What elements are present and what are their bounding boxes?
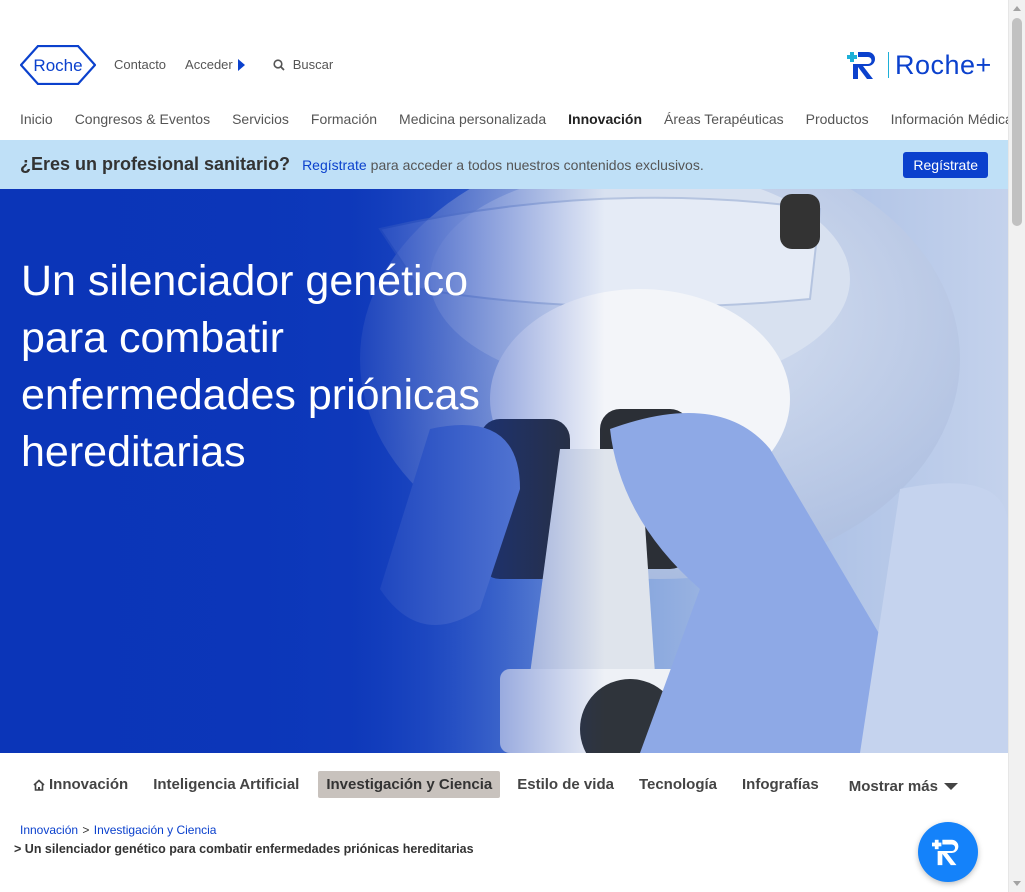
banner-text: para acceder a todos nuestros contenidos… [370, 156, 704, 173]
subnav-item-estilo[interactable]: Estilo de vida [517, 771, 614, 798]
subnav-items: Innovación Inteligencia Artificial Inves… [33, 771, 958, 798]
roche-plus-logo[interactable]: Roche+ [846, 48, 992, 82]
site-header: Roche Contacto Acceder Buscar Roche+ Ini… [0, 0, 1013, 140]
nav-item-inicio[interactable]: Inicio [20, 111, 53, 127]
utility-nav: Contacto Acceder Buscar [114, 57, 333, 72]
subnav-item-innovacion[interactable]: Innovación [33, 771, 128, 798]
subnav-item-infografias[interactable]: Infografías [742, 771, 819, 798]
nav-item-innovacion[interactable]: Innovación [568, 111, 642, 127]
chevron-down-icon [943, 782, 958, 790]
subnav-item-tecnologia[interactable]: Tecnología [639, 771, 717, 798]
nav-item-areas[interactable]: Áreas Terapéuticas [664, 111, 784, 127]
caret-right-icon [237, 58, 245, 71]
roche-plus-text: Roche+ [895, 49, 992, 80]
hcp-banner: ¿Eres un profesional sanitario? Regístra… [0, 140, 1008, 189]
breadcrumb: Innovación > Investigación y Ciencia [20, 823, 216, 837]
contacto-link[interactable]: Contacto [114, 57, 166, 72]
register-button[interactable]: Regístrate [903, 152, 988, 178]
breadcrumb-investigacion[interactable]: Investigación y Ciencia [94, 823, 217, 837]
breadcrumb-innovacion[interactable]: Innovación [20, 823, 78, 837]
scroll-thumb[interactable] [1012, 18, 1022, 226]
breadcrumb-separator: > [82, 823, 90, 837]
nav-item-formacion[interactable]: Formación [311, 111, 377, 127]
show-more-label: Mostrar más [848, 777, 938, 795]
search-field[interactable]: Buscar [273, 57, 333, 72]
search-placeholder: Buscar [292, 57, 334, 72]
breadcrumb-current-prefix: > [14, 842, 22, 856]
nav-item-servicios[interactable]: Servicios [232, 111, 289, 127]
scroll-down-icon[interactable] [1013, 881, 1021, 886]
breadcrumb-current: > Un silenciador genético para combatir … [14, 842, 474, 856]
breadcrumb-current-label: Un silenciador genético para combatir en… [24, 842, 474, 856]
section-subnav: Innovación Inteligencia Artificial Inves… [0, 753, 1008, 813]
hero-section: Un silenciador genético para combatir en… [0, 189, 1008, 753]
roche-plus-fab[interactable] [918, 822, 978, 882]
roche-plus-divider [888, 52, 889, 78]
subnav-item-investigacion[interactable]: Investigación y Ciencia [318, 771, 501, 798]
nav-item-informacion[interactable]: Información Médica [891, 111, 1013, 127]
roche-logo-text: Roche [33, 56, 82, 75]
show-more-button[interactable]: Mostrar más [849, 778, 958, 795]
home-icon [33, 778, 45, 791]
nav-item-productos[interactable]: Productos [806, 111, 869, 127]
acceder-link[interactable]: Acceder [185, 57, 245, 72]
roche-logo[interactable]: Roche [20, 45, 96, 85]
hero-title: Un silenciador genético para combatir en… [21, 257, 480, 476]
subnav-item-ia[interactable]: Inteligencia Artificial [153, 771, 299, 798]
page-scrollbar[interactable] [1008, 0, 1025, 892]
search-icon [273, 58, 285, 71]
nav-item-congresos[interactable]: Congresos & Eventos [75, 111, 210, 127]
roche-plus-r-icon [932, 839, 959, 866]
banner-question: ¿Eres un profesional sanitario? [20, 154, 291, 174]
roche-plus-r-icon [847, 52, 875, 79]
scroll-up-icon[interactable] [1013, 6, 1021, 11]
acceder-label: Acceder [185, 57, 233, 72]
banner-register-link[interactable]: Regístrate [302, 157, 367, 173]
subnav-item-label: Innovación [49, 776, 129, 793]
nav-item-medicina[interactable]: Medicina personalizada [399, 111, 546, 127]
main-nav: Inicio Congresos & Eventos Servicios For… [20, 111, 1025, 127]
